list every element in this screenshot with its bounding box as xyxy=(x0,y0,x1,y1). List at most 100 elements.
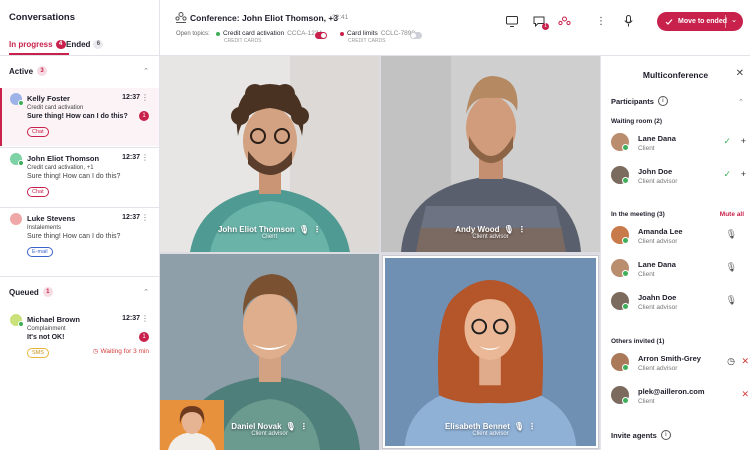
microphone-off-icon[interactable]: 🎙 xyxy=(726,295,737,306)
avatar xyxy=(10,213,22,225)
tile-caption: John Eliot Thomson 🎙 ⋮ Client xyxy=(160,225,379,240)
participant-name: plek@ailleron.com xyxy=(638,387,705,396)
video-tile[interactable]: Andy Wood 🎙 ⋮ Client advisor xyxy=(381,56,600,252)
video-tile[interactable]: Elisabeth Bennet 🎙 ⋮ Client advisor xyxy=(382,255,599,449)
participant-role: Client advisor xyxy=(638,365,678,372)
section-count: 1 xyxy=(42,287,53,297)
conversation-message: It's not OK! xyxy=(27,334,65,341)
microphone-icon: 🎙 xyxy=(285,422,296,431)
participant-video xyxy=(385,258,596,446)
participant-name: Lane Dana xyxy=(638,134,676,143)
microphone-off-icon[interactable]: 🎙 xyxy=(726,262,737,273)
participant-name: Joahn Doe xyxy=(638,293,677,302)
add-icon[interactable]: + xyxy=(741,136,746,146)
close-icon[interactable]: ✕ xyxy=(736,68,744,79)
clock-icon: ◷ xyxy=(727,356,735,366)
conversation-item[interactable]: Kelly Foster 12:37 ⋮ Credit card activat… xyxy=(0,88,159,146)
more-options-icon[interactable]: ⋮ xyxy=(141,314,149,323)
tab-ended[interactable]: Ended 6 xyxy=(66,40,104,49)
participant-role: Client xyxy=(638,398,655,405)
active-section-header[interactable]: Active 3 xyxy=(9,66,48,76)
topic-toggle[interactable] xyxy=(315,32,327,39)
more-options-icon[interactable]: ⋮ xyxy=(313,225,321,234)
queued-section-header[interactable]: Queued 1 xyxy=(9,287,53,297)
section-label: Active xyxy=(9,66,34,76)
conversation-name: Luke Stevens xyxy=(27,214,76,223)
conversation-time: 12:37 xyxy=(122,315,140,322)
conversation-item[interactable]: Michael Brown 12:37 ⋮ Complainment It's … xyxy=(0,309,159,367)
video-tile[interactable]: John Eliot Thomson 🎙 ⋮ Client xyxy=(160,56,379,252)
topic-toggle[interactable] xyxy=(410,32,422,39)
ended-icon xyxy=(665,18,673,25)
conference-icon xyxy=(175,12,187,23)
topic-status-dot xyxy=(340,31,344,36)
participant-role: Client xyxy=(261,234,278,240)
video-tile[interactable]: Daniel Novak 🎙 ⋮ Client advisor xyxy=(160,254,379,450)
cancel-invite-icon[interactable]: ✕ xyxy=(741,356,749,367)
info-icon[interactable]: i xyxy=(660,430,671,440)
more-options-icon[interactable]: ⋮ xyxy=(518,225,526,234)
more-options-icon[interactable]: ⋮ xyxy=(141,93,149,102)
conversations-sidebar: Conversations In progress 4 Ended 6 Acti… xyxy=(0,0,160,450)
online-status-dot xyxy=(18,100,24,106)
chevron-up-icon[interactable]: ⌃ xyxy=(143,67,149,75)
notification-badge: 1 xyxy=(542,23,549,30)
chevron-down-icon[interactable]: ⌄ xyxy=(731,16,737,24)
topic-label: Credit card activation xyxy=(223,30,285,37)
mute-all-button[interactable]: Mute all xyxy=(720,211,744,218)
participant-row: John Doe Client advisor ✓ + xyxy=(601,161,750,191)
cancel-invite-icon[interactable]: ✕ xyxy=(741,389,749,400)
conversation-time: 12:37 xyxy=(122,214,140,221)
participant-name: Arron Smith-Grey xyxy=(638,354,701,363)
topic-item: Credit card activation CCCA-1234 CREDIT … xyxy=(216,30,322,44)
microphone-icon[interactable] xyxy=(621,14,635,28)
tab-in-progress[interactable]: In progress 4 xyxy=(9,40,69,55)
participants-icon[interactable] xyxy=(557,14,571,28)
channel-tag: Chat xyxy=(27,127,49,137)
unread-badge: 1 xyxy=(139,111,149,121)
more-options-icon[interactable]: ⋮ xyxy=(141,153,149,162)
more-options-icon[interactable]: ⋮ xyxy=(300,422,308,431)
conference-duration: 22:41 xyxy=(332,14,349,21)
online-status-dot xyxy=(622,237,629,244)
participant-role: Client advisor xyxy=(472,431,509,437)
invite-agents-header[interactable]: Invite agents i xyxy=(611,430,671,440)
info-icon[interactable]: i xyxy=(657,96,668,106)
more-options-icon[interactable]: ⋮ xyxy=(528,422,536,431)
participant-role: Client advisor xyxy=(638,304,678,311)
topic-status-dot xyxy=(216,31,220,36)
tile-caption: Elisabeth Bennet 🎙 ⋮ Client advisor xyxy=(385,422,596,437)
panel-title: Multiconference xyxy=(642,70,709,80)
chat-icon[interactable]: 1 xyxy=(532,14,549,30)
tab-label: In progress xyxy=(9,40,53,49)
online-status-dot xyxy=(622,397,629,404)
online-status-dot xyxy=(18,160,24,166)
more-options-icon[interactable]: ⋮ xyxy=(594,14,608,28)
channel-tag: Chat xyxy=(27,187,49,197)
chevron-up-icon[interactable]: ⌃ xyxy=(143,288,149,296)
move-to-ended-button[interactable]: Move to ended ⌄ xyxy=(657,12,743,31)
conversation-tabs: In progress 4 Ended 6 xyxy=(0,36,160,56)
online-status-dot xyxy=(622,364,629,371)
admit-icon[interactable]: ✓ xyxy=(723,136,731,147)
conference-header: Conference: John Eliot Thomson, +3 22:41… xyxy=(160,0,750,56)
in-meeting-label: In the meeting (3) xyxy=(611,211,665,218)
conversation-item[interactable]: John Eliot Thomson 12:37 ⋮ Credit card a… xyxy=(0,148,159,206)
add-icon[interactable]: + xyxy=(741,169,746,179)
more-options-icon[interactable]: ⋮ xyxy=(141,213,149,222)
participants-header: Participants i xyxy=(611,96,668,106)
screen-share-icon[interactable] xyxy=(505,14,519,28)
conversation-name: Kelly Foster xyxy=(27,94,70,103)
multiconference-panel: Multiconference ✕ Participants i ⌃ Waiti… xyxy=(600,56,750,450)
online-status-dot xyxy=(622,270,629,277)
participant-role: Client advisor xyxy=(638,178,678,185)
conversation-time: 12:37 xyxy=(122,94,140,101)
participant-row: Lane Dana Client 🎙 xyxy=(601,254,750,284)
microphone-off-icon[interactable]: 🎙 xyxy=(726,229,737,240)
participant-video xyxy=(160,56,379,252)
chevron-up-icon[interactable]: ⌃ xyxy=(738,98,744,106)
conversation-subject: Credit card activation, +1 xyxy=(27,165,94,171)
conversation-time: 12:37 xyxy=(122,154,140,161)
conversation-item[interactable]: Luke Stevens 12:37 ⋮ Instalements Sure t… xyxy=(0,208,159,266)
admit-icon[interactable]: ✓ xyxy=(723,169,731,180)
